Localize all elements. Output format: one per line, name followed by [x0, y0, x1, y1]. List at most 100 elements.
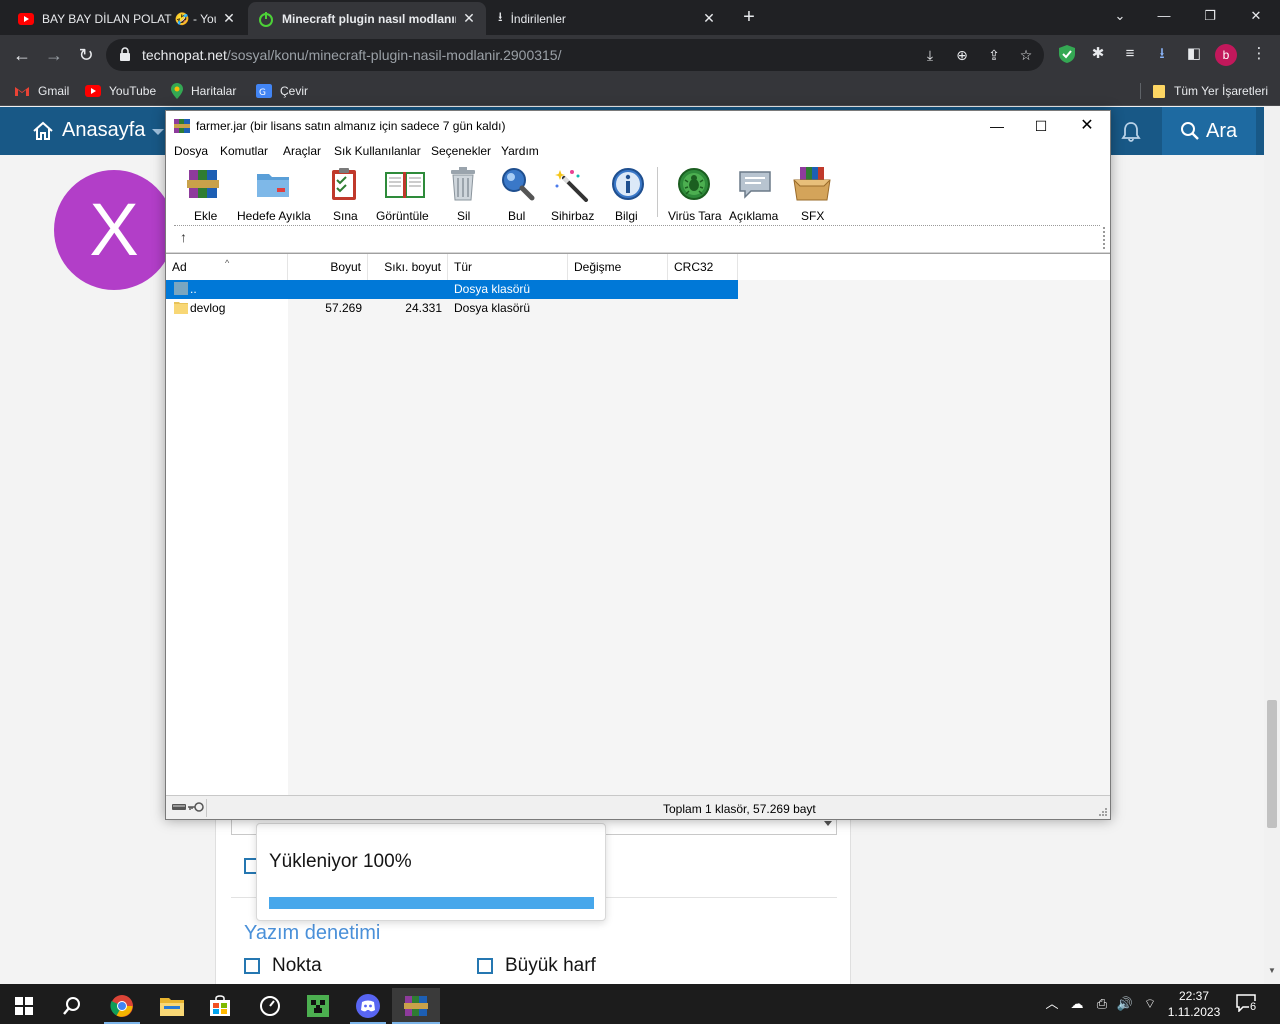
- home-nav-link[interactable]: Anasayfa: [32, 119, 145, 142]
- taskbar-winrar[interactable]: [392, 988, 440, 1024]
- onedrive-cloud-icon[interactable]: ☁: [1067, 992, 1087, 1016]
- notification-center-button[interactable]: 6: [1236, 994, 1258, 1016]
- taskbar-store[interactable]: [196, 988, 244, 1024]
- tab-close-button[interactable]: ✕: [222, 10, 236, 27]
- reload-icon[interactable]: ↻: [74, 43, 98, 67]
- column-header-crc[interactable]: CRC32: [668, 254, 738, 280]
- tab-downloads[interactable]: ⭳ İndirilenler ✕: [488, 2, 726, 35]
- page-scrollbar-thumb[interactable]: [1267, 700, 1277, 828]
- bell-icon[interactable]: [1120, 121, 1142, 143]
- browser-menu-icon[interactable]: ⋮: [1248, 43, 1270, 65]
- resize-grip-icon[interactable]: [1098, 807, 1108, 817]
- tray-overflow-chevron-icon[interactable]: ︿: [1042, 992, 1062, 1016]
- tab-close-button[interactable]: ✕: [462, 10, 476, 27]
- adblock-shield-icon[interactable]: [1058, 44, 1076, 64]
- meet-now-icon[interactable]: ⎙: [1092, 992, 1112, 1016]
- menu-sik-kullanilanlar[interactable]: Sık Kullanılanlar: [334, 144, 421, 158]
- tool-label: Virüs Tara: [668, 209, 722, 223]
- chevron-down-icon[interactable]: [152, 129, 164, 135]
- menu-dosya[interactable]: Dosya: [174, 144, 208, 158]
- volume-icon[interactable]: 🔊: [1115, 992, 1135, 1016]
- winrar-close-button[interactable]: ✕: [1064, 111, 1110, 141]
- gmail-icon: [15, 87, 29, 96]
- taskbar-clock[interactable]: 22:37 1.11.2023: [1164, 988, 1224, 1020]
- svg-text:G: G: [259, 88, 266, 98]
- site-search-button[interactable]: Ara: [1162, 107, 1256, 155]
- taskbar-speedometer-app[interactable]: [246, 988, 294, 1024]
- extract-folder-icon: [257, 174, 289, 197]
- menu-yardim[interactable]: Yardım: [501, 144, 539, 158]
- winrar-title-bar[interactable]: farmer.jar (bir lisans satın almanız içi…: [166, 111, 1110, 141]
- clock-time: 22:37: [1178, 989, 1210, 1003]
- search-icon: [1181, 122, 1199, 140]
- tab-title: Minecraft plugin nasıl modlanır?: [282, 11, 456, 26]
- user-avatar[interactable]: X: [54, 170, 174, 290]
- store-bag-icon: [210, 995, 230, 1016]
- window-restore-button[interactable]: ❐: [1188, 0, 1232, 32]
- tab-search-chevron-icon[interactable]: ⌄: [1098, 0, 1142, 32]
- winrar-books-icon: [404, 996, 428, 1016]
- buyuk-harf-checkbox[interactable]: [477, 958, 493, 974]
- profile-avatar[interactable]: b: [1215, 44, 1237, 66]
- taskbar-chrome[interactable]: [98, 988, 146, 1024]
- new-tab-button[interactable]: +: [738, 6, 760, 28]
- browser-toolbar: ← → ↻ technopat.net/sosyal/konu/minecraf…: [0, 35, 1280, 75]
- reading-list-icon[interactable]: ≡: [1119, 43, 1141, 65]
- info-icon: [612, 168, 644, 200]
- column-header-modified[interactable]: Değişme: [568, 254, 668, 280]
- scroll-down-icon[interactable]: ▼: [1268, 966, 1276, 975]
- start-button[interactable]: [0, 988, 48, 1024]
- file-row-devlog[interactable]: devlog 57.269 24.331 Dosya klasörü: [166, 299, 738, 318]
- add-archive-icon: [187, 170, 219, 198]
- winrar-maximize-button[interactable]: ☐: [1018, 111, 1064, 141]
- menu-araclar[interactable]: Araçlar: [283, 144, 321, 158]
- file-row-parent[interactable]: .. Dosya klasörü: [166, 280, 738, 299]
- bookmark-label: Çevir: [280, 84, 309, 98]
- column-header-size[interactable]: Boyut: [288, 254, 368, 280]
- share-icon[interactable]: ⇪: [984, 45, 1004, 65]
- loading-progress-bar: [269, 897, 594, 909]
- downloads-icon[interactable]: ⭳: [1151, 43, 1173, 65]
- menu-secenekler[interactable]: Seçenekler: [431, 144, 491, 158]
- winrar-file-list: ^ Ad Boyut Sıkı. boyut Tür Değişme CRC32…: [166, 253, 1110, 796]
- install-app-icon[interactable]: ⤓: [920, 45, 940, 65]
- buyuk-harf-label: Büyük harf: [505, 955, 596, 976]
- side-panel-icon[interactable]: ◧: [1183, 43, 1205, 65]
- extensions-puzzle-icon[interactable]: ✱: [1087, 43, 1109, 65]
- window-minimize-button[interactable]: —: [1142, 0, 1186, 32]
- winrar-minimize-button[interactable]: —: [974, 111, 1020, 141]
- window-close-button[interactable]: ✕: [1234, 0, 1278, 32]
- column-header-type[interactable]: Tür: [448, 254, 568, 280]
- trash-icon: [451, 167, 475, 201]
- bookmark-star-icon[interactable]: ☆: [1016, 45, 1036, 65]
- tab-technopat[interactable]: Minecraft plugin nasıl modlanır? ✕: [248, 2, 486, 35]
- tool-label: Hedefe Ayıkla: [237, 209, 311, 223]
- bookmark-translate[interactable]: G Çevir: [256, 82, 308, 100]
- address-bar[interactable]: technopat.net/sosyal/konu/minecraft-plug…: [106, 39, 1044, 71]
- up-folder-arrow-icon[interactable]: ↑: [180, 229, 187, 245]
- bookmark-gmail[interactable]: Gmail: [14, 82, 69, 100]
- toolbar-separator: [657, 167, 658, 217]
- winrar-menu-bar: Dosya Komutlar Araçlar Sık Kullanılanlar…: [166, 141, 1110, 161]
- taskbar-discord[interactable]: [344, 988, 392, 1024]
- taskbar-minecraft[interactable]: [294, 988, 342, 1024]
- page-scrollbar[interactable]: [1264, 107, 1280, 984]
- back-arrow-icon[interactable]: ←: [10, 43, 34, 67]
- all-bookmarks-folder[interactable]: Tüm Yer İşaretleri: [1152, 82, 1268, 100]
- nokta-checkbox[interactable]: [244, 958, 260, 974]
- tab-youtube[interactable]: BAY BAY DİLAN POLAT 🤣 - You ✕: [8, 2, 246, 35]
- tab-close-button[interactable]: ✕: [702, 10, 716, 27]
- tool-label: Sına: [333, 209, 358, 223]
- tab-title: İndirilenler: [510, 11, 566, 26]
- taskbar-search-button[interactable]: [48, 988, 96, 1024]
- network-icon[interactable]: ⌔: [1140, 992, 1160, 1016]
- taskbar-file-explorer[interactable]: [148, 988, 196, 1024]
- column-header-packed[interactable]: Sıkı. boyut: [368, 254, 448, 280]
- bookmark-youtube[interactable]: YouTube: [85, 82, 156, 100]
- column-header-name[interactable]: ^ Ad: [166, 254, 288, 280]
- bookmark-maps[interactable]: Haritalar: [171, 82, 236, 100]
- menu-komutlar[interactable]: Komutlar: [220, 144, 268, 158]
- forward-arrow-icon[interactable]: →: [42, 43, 66, 67]
- zoom-icon[interactable]: ⊕: [952, 45, 972, 65]
- loading-progress-fill: [269, 897, 594, 909]
